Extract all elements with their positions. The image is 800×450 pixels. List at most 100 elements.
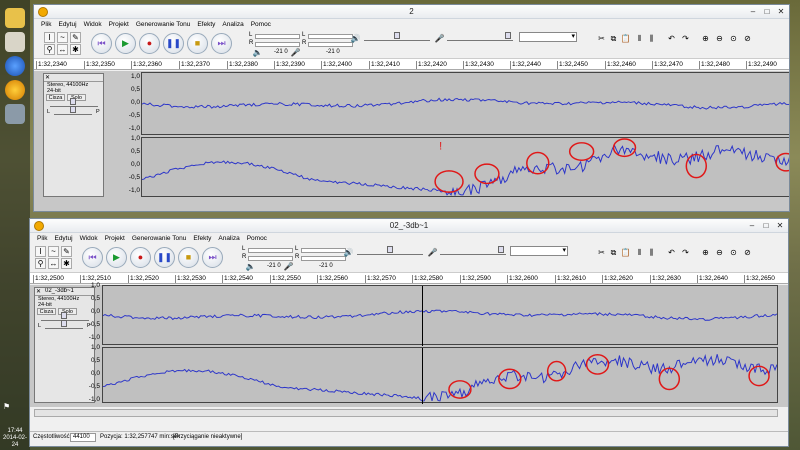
- mic-meter-icon[interactable]: 🎤: [283, 261, 294, 272]
- fit-project-icon[interactable]: ⊘: [742, 247, 753, 258]
- close-button[interactable]: ✕: [775, 6, 787, 17]
- record-button[interactable]: ●: [130, 247, 151, 268]
- undo-icon[interactable]: ↶: [666, 33, 677, 44]
- zoom-tool-icon[interactable]: ⚲: [44, 44, 55, 55]
- record-button[interactable]: ●: [139, 33, 160, 54]
- trim-icon[interactable]: ⫴: [634, 247, 645, 258]
- speaker-meter-icon[interactable]: 🔈: [252, 47, 263, 58]
- pan-slider-row[interactable]: L P: [44, 106, 103, 117]
- cut-icon[interactable]: ✂: [596, 247, 607, 258]
- play-button[interactable]: ▶: [115, 33, 136, 54]
- stop-button[interactable]: ■: [178, 247, 199, 268]
- multi-tool-icon[interactable]: ✱: [61, 258, 72, 269]
- input-device-dropdown[interactable]: [510, 246, 568, 256]
- folder-icon[interactable]: [5, 8, 25, 28]
- horizontal-scrollbar[interactable]: [34, 409, 778, 417]
- pan-slider[interactable]: [45, 320, 83, 329]
- fit-selection-icon[interactable]: ⊙: [728, 247, 739, 258]
- menu-edytuj[interactable]: Edytuj: [53, 235, 73, 242]
- menu-projekt[interactable]: Projekt: [108, 21, 130, 28]
- copy-icon[interactable]: ⧉: [608, 33, 619, 44]
- stop-button[interactable]: ■: [187, 33, 208, 54]
- copy-icon[interactable]: ⧉: [608, 247, 619, 258]
- mute-button[interactable]: Cisza: [37, 308, 56, 315]
- trim-icon[interactable]: ⫴: [634, 33, 645, 44]
- menu-generowanie-tonu[interactable]: Generowanie Tonu: [131, 235, 187, 242]
- silence-icon[interactable]: ⫼: [646, 247, 657, 258]
- zoom-in-icon[interactable]: ⊕: [700, 247, 711, 258]
- skip-start-button[interactable]: ⏮: [91, 33, 112, 54]
- minimize-button[interactable]: –: [747, 6, 759, 17]
- draw-tool-icon[interactable]: ✎: [61, 246, 72, 257]
- speaker-meter-icon[interactable]: 🔈: [245, 261, 256, 272]
- selection-tool-icon[interactable]: I: [35, 246, 46, 257]
- cut-icon[interactable]: ✂: [596, 33, 607, 44]
- documents-icon[interactable]: [5, 32, 25, 52]
- pan-slider[interactable]: [54, 106, 92, 115]
- paste-icon[interactable]: 📋: [620, 247, 631, 258]
- menu-plik[interactable]: Plik: [36, 235, 48, 242]
- track-control-panel[interactable]: ✕ Stereo, 44100Hz 24-bit Cisza Solo L P: [43, 73, 104, 197]
- fit-project-icon[interactable]: ⊘: [742, 33, 753, 44]
- pause-button[interactable]: ❚❚: [163, 33, 184, 54]
- close-button[interactable]: ✕: [774, 220, 786, 231]
- redo-icon[interactable]: ↷: [680, 247, 691, 258]
- undo-icon[interactable]: ↶: [666, 247, 677, 258]
- skip-start-button[interactable]: ⏮: [82, 247, 103, 268]
- menu-projekt[interactable]: Projekt: [104, 235, 126, 242]
- menu-widok[interactable]: Widok: [83, 21, 103, 28]
- menu-pomoc[interactable]: Pomoc: [250, 21, 272, 28]
- skip-end-button[interactable]: ⏭: [211, 33, 232, 54]
- output-volume-slider[interactable]: [357, 246, 423, 255]
- menu-pomoc[interactable]: Pomoc: [246, 235, 268, 242]
- envelope-tool-icon[interactable]: ~: [57, 32, 68, 43]
- audacity-icon[interactable]: [5, 80, 25, 100]
- envelope-tool-icon[interactable]: ~: [48, 246, 59, 257]
- menu-edytuj[interactable]: Edytuj: [57, 21, 77, 28]
- menu-plik[interactable]: Plik: [40, 21, 52, 28]
- waveform-channel-upper[interactable]: [102, 285, 778, 346]
- draw-tool-icon[interactable]: ✎: [70, 32, 81, 43]
- maximize-button[interactable]: □: [760, 220, 772, 231]
- menu-widok[interactable]: Widok: [79, 235, 99, 242]
- clock[interactable]: 17:44 2014-02-24: [0, 428, 30, 449]
- ie-icon[interactable]: [5, 56, 25, 76]
- input-device-dropdown[interactable]: [519, 32, 577, 42]
- zoom-out-icon[interactable]: ⊖: [714, 33, 725, 44]
- timeshift-tool-icon[interactable]: ↔: [48, 258, 59, 269]
- timeline-ruler[interactable]: 1:32,2500 1:32,2510 1:32,2520 1:32,2530 …: [30, 272, 788, 284]
- title-bar[interactable]: 2 – □ ✕: [34, 5, 789, 19]
- input-volume-slider[interactable]: [440, 246, 506, 255]
- pause-button[interactable]: ❚❚: [154, 247, 175, 268]
- multi-tool-icon[interactable]: ✱: [70, 44, 81, 55]
- menu-efekty[interactable]: Efekty: [192, 235, 212, 242]
- menu-analiza[interactable]: Analiza: [217, 235, 240, 242]
- mic-meter-icon[interactable]: 🎤: [290, 47, 301, 58]
- track-close-icon[interactable]: ✕: [36, 288, 41, 295]
- play-button[interactable]: ▶: [106, 247, 127, 268]
- tray-flag-icon[interactable]: ⚑: [3, 402, 10, 411]
- maximize-button[interactable]: □: [761, 6, 773, 17]
- waveform-channel-lower[interactable]: [102, 347, 778, 404]
- selection-tool-icon[interactable]: I: [44, 32, 55, 43]
- fit-selection-icon[interactable]: ⊙: [728, 33, 739, 44]
- menu-generowanie-tonu[interactable]: Generowanie Tonu: [135, 21, 191, 28]
- zoom-out-icon[interactable]: ⊖: [714, 247, 725, 258]
- silence-icon[interactable]: ⫼: [646, 33, 657, 44]
- redo-icon[interactable]: ↷: [680, 33, 691, 44]
- zoom-tool-icon[interactable]: ⚲: [35, 258, 46, 269]
- waveform-channel-upper[interactable]: [141, 72, 789, 135]
- timeshift-tool-icon[interactable]: ↔: [57, 44, 68, 55]
- timeline-ruler[interactable]: 1:32,2340 1:32,2350 1:32,2360 1:32,2370 …: [34, 58, 789, 70]
- title-bar[interactable]: 02_-3db~1 – □ ✕: [30, 219, 788, 233]
- track-name-menu[interactable]: ✕: [44, 74, 103, 82]
- skip-end-button[interactable]: ⏭: [202, 247, 223, 268]
- waveform-channel-lower[interactable]: !: [141, 137, 789, 197]
- settings-icon[interactable]: [5, 104, 25, 124]
- mute-button[interactable]: Cisza: [46, 94, 65, 101]
- paste-icon[interactable]: 📋: [620, 33, 631, 44]
- rate-field[interactable]: 44100: [70, 433, 96, 442]
- track-close-icon[interactable]: ✕: [45, 74, 50, 81]
- zoom-in-icon[interactable]: ⊕: [700, 33, 711, 44]
- menu-efekty[interactable]: Efekty: [196, 21, 216, 28]
